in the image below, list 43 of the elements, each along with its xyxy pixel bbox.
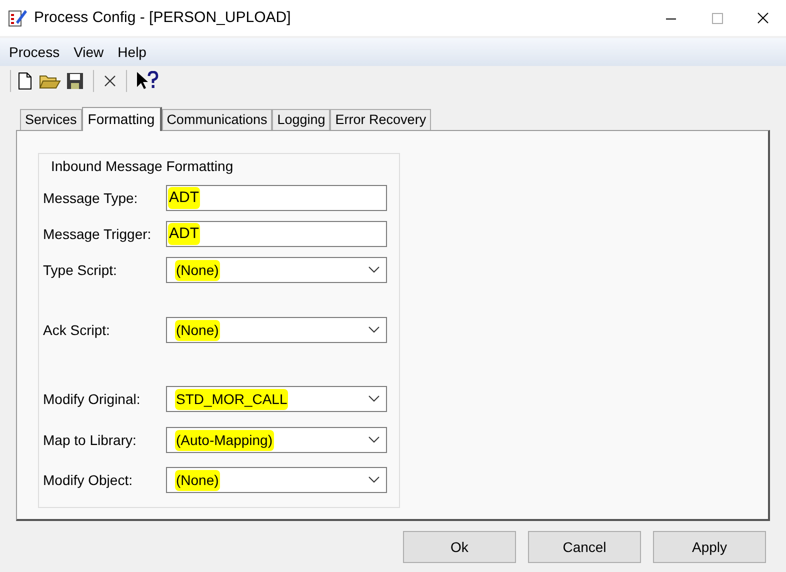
field-label: Message Type: <box>43 188 139 208</box>
dropdown-value: (None) <box>175 260 220 280</box>
menu-item[interactable]: View <box>66 42 111 62</box>
chevron-down-icon <box>368 395 380 403</box>
app-icon <box>8 8 28 28</box>
text-field[interactable]: ADT <box>166 221 387 247</box>
tab[interactable]: Services <box>20 109 82 130</box>
text-field[interactable]: ADT <box>166 185 387 211</box>
help-pointer-icon[interactable] <box>135 71 159 91</box>
menu-item[interactable]: Process <box>2 42 67 62</box>
dropdown[interactable]: (None) <box>166 467 387 493</box>
dialog-button[interactable]: Apply <box>653 531 766 563</box>
chevron-down-icon <box>368 326 380 334</box>
field-value: ADT <box>168 222 200 246</box>
dropdown[interactable]: (None) <box>166 257 387 283</box>
dropdown-value: (None) <box>175 320 220 340</box>
tab[interactable]: Error Recovery <box>330 109 432 130</box>
field-label: Modify Original: <box>43 390 142 409</box>
field-value: ADT <box>168 186 200 210</box>
field-label: Type Script: <box>43 260 118 280</box>
field-label: Modify Object: <box>43 470 134 490</box>
delete-icon[interactable] <box>102 73 118 89</box>
dropdown[interactable]: (Auto-Mapping) <box>166 427 387 453</box>
field-label: Ack Script: <box>43 320 111 340</box>
dialog-button[interactable]: Cancel <box>528 531 641 563</box>
menu-item[interactable]: Help <box>110 42 154 62</box>
dialog-button[interactable]: Ok <box>403 531 516 563</box>
field-label: Map to Library: <box>43 430 138 450</box>
dropdown[interactable]: (None) <box>166 317 387 343</box>
dropdown[interactable]: STD_MOR_CALL <box>166 386 387 412</box>
chevron-down-icon <box>368 436 380 444</box>
tab[interactable]: Logging <box>272 109 330 130</box>
tab[interactable]: Communications <box>162 109 272 130</box>
dropdown-value: (Auto-Mapping) <box>175 430 274 450</box>
dropdown-value: (None) <box>175 470 220 490</box>
dropdown-value: STD_MOR_CALL <box>175 388 288 410</box>
chevron-down-icon <box>368 476 380 484</box>
field-label: Message Trigger: <box>43 224 152 244</box>
tab[interactable]: Formatting <box>82 107 162 131</box>
chevron-down-icon <box>368 266 380 274</box>
window-title: Process Config - [PERSON_UPLOAD] <box>34 8 291 28</box>
group-title: Inbound Message Formatting <box>51 157 234 176</box>
save-icon[interactable] <box>65 71 85 91</box>
